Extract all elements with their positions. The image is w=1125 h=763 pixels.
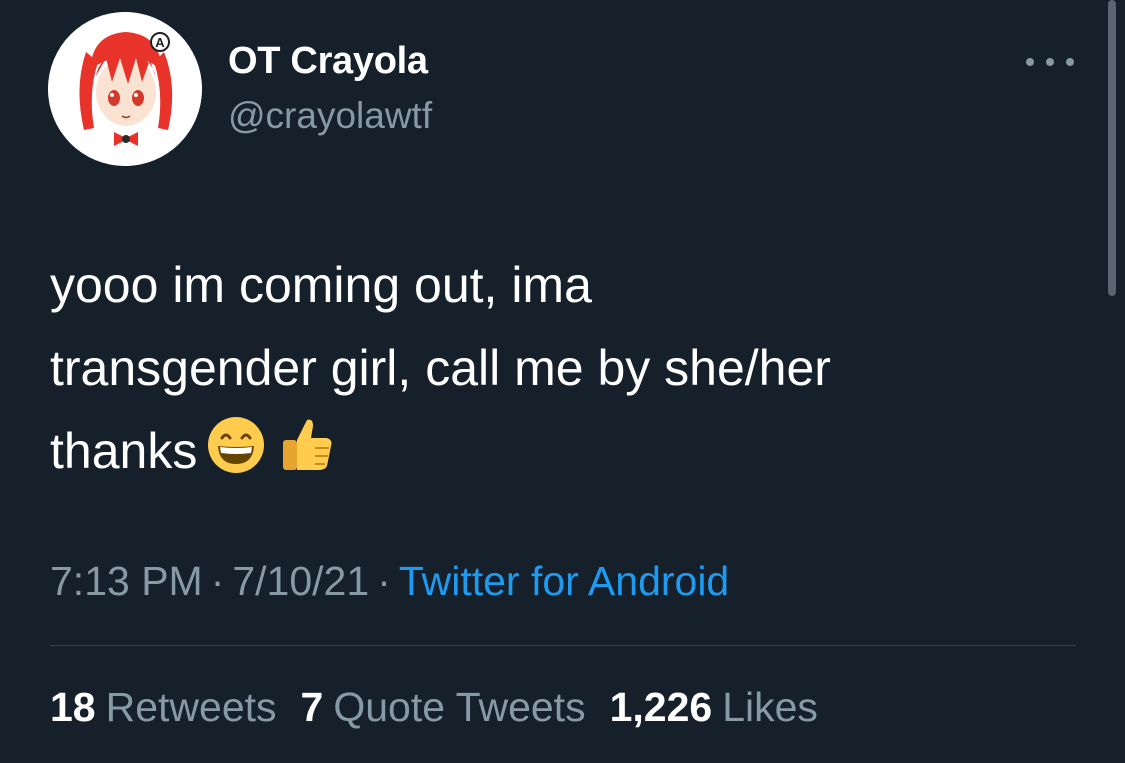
tweet-detail: A OT Crayola @crayolawtf yooo im coming …: [0, 0, 1125, 763]
retweets-label: Retweets: [105, 684, 277, 730]
scrollbar[interactable]: [1108, 0, 1116, 296]
likes-stat[interactable]: 1,226 Likes: [610, 684, 818, 731]
more-dot-icon: [1026, 58, 1034, 66]
tweet-stats: 18 Retweets 7 Quote Tweets 1,226 Likes: [50, 684, 842, 731]
likes-count: 1,226: [609, 684, 713, 730]
tweet-source-link[interactable]: Twitter for Android: [399, 558, 729, 604]
thumbs-up-emoji-icon: [275, 414, 337, 476]
retweets-stat[interactable]: 18 Retweets: [50, 684, 277, 731]
meta-separator: ·: [210, 558, 225, 604]
meta-separator: ·: [377, 558, 391, 604]
avatar[interactable]: A: [48, 12, 202, 166]
svg-text:A: A: [155, 35, 165, 50]
more-dot-icon: [1066, 58, 1074, 66]
quote-tweets-stat[interactable]: 7 Quote Tweets: [301, 684, 586, 731]
anime-girl-avatar-icon: A: [48, 12, 202, 166]
tweet-text-line: transgender girl, call me by she/her: [50, 340, 831, 396]
quote-tweets-count: 7: [300, 684, 324, 730]
tweet-text-line-3: thanks: [50, 410, 1060, 493]
display-name[interactable]: OT Crayola: [228, 40, 428, 83]
grinning-face-emoji-icon: [205, 414, 267, 476]
likes-label: Likes: [722, 684, 818, 730]
tweet-date[interactable]: 7/10/21: [232, 558, 369, 604]
more-dot-icon: [1046, 58, 1054, 66]
tweet-text-line: yooo im coming out, ima: [50, 257, 592, 313]
divider: [50, 645, 1076, 646]
user-handle[interactable]: @crayolawtf: [228, 95, 432, 137]
tweet-time[interactable]: 7:13 PM: [50, 558, 203, 604]
quote-tweets-label: Quote Tweets: [333, 684, 586, 730]
retweets-count: 18: [50, 684, 96, 730]
more-options-button[interactable]: [1026, 48, 1074, 76]
tweet-text-line: thanks: [50, 423, 198, 479]
tweet-meta: 7:13 PM · 7/10/21 · Twitter for Android: [50, 558, 729, 605]
tweet-text: yooo im coming out, ima transgender girl…: [50, 244, 1060, 493]
